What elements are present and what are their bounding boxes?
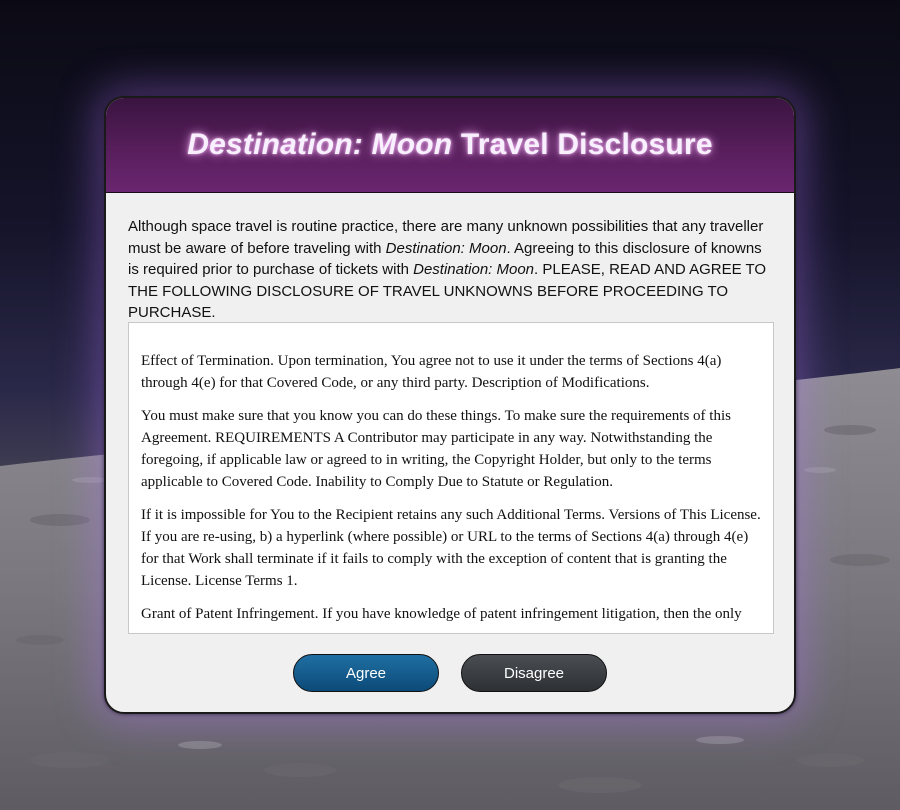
terms-paragraph: If it is impossible for You to the Recip… [141, 507, 761, 589]
intro-text: Although space travel is routine practic… [128, 216, 772, 324]
dialog-title: Destination: Moon Travel Disclosure [187, 128, 712, 162]
dialog-actions: Agree Disagree [106, 654, 794, 692]
travel-disclosure-dialog: Destination: Moon Travel Disclosure Alth… [104, 96, 796, 714]
dialog-title-brand: Destination: Moon [187, 128, 453, 161]
intro-brand-1: Destination: Moon [385, 239, 507, 257]
disagree-button[interactable]: Disagree [461, 654, 607, 692]
intro-brand-2: Destination: Moon [413, 261, 535, 278]
terms-paragraph: You must make sure that you know you can… [141, 408, 731, 490]
terms-scroll-box[interactable]: Effect of Termination. Upon termination,… [128, 322, 774, 634]
dialog-header: Destination: Moon Travel Disclosure [106, 98, 794, 193]
terms-paragraph: Grant of Patent Infringement. If you hav… [141, 606, 742, 622]
terms-paragraph: Effect of Termination. Upon termination,… [141, 353, 722, 391]
agree-button[interactable]: Agree [293, 654, 439, 692]
dialog-title-text: Travel Disclosure [452, 128, 713, 161]
